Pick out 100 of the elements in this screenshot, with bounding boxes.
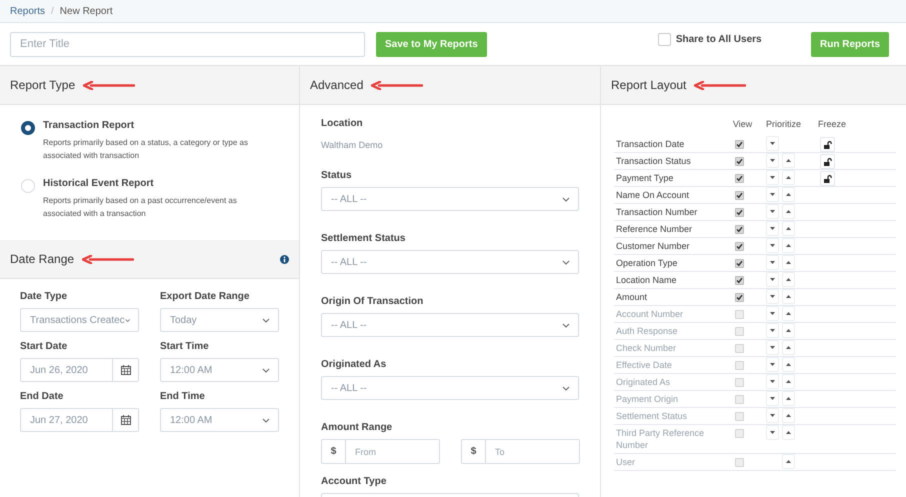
field-name: Customer Number — [615, 240, 691, 253]
move-down-button[interactable] — [766, 408, 779, 423]
view-checkbox[interactable] — [735, 208, 744, 217]
move-up-button[interactable] — [782, 323, 795, 338]
move-down-button[interactable] — [766, 391, 779, 406]
caret-up-icon — [786, 380, 791, 383]
move-up-button[interactable] — [782, 272, 795, 287]
run-button[interactable]: Run Reports — [811, 32, 889, 56]
move-down-button[interactable] — [766, 204, 779, 219]
move-up-button[interactable] — [782, 204, 795, 219]
caret-up-icon — [786, 227, 791, 230]
move-down-button[interactable] — [766, 255, 779, 270]
view-checkbox[interactable] — [735, 242, 744, 251]
caret-up-icon — [786, 431, 791, 434]
caret-down-icon — [770, 244, 775, 247]
move-up-button[interactable] — [782, 221, 795, 236]
view-checkbox[interactable] — [735, 157, 744, 166]
select-field[interactable]: 12:00 AM — [160, 358, 279, 382]
move-up-button[interactable] — [782, 187, 795, 202]
field-label: Account Type — [321, 476, 388, 487]
caret-down-icon — [770, 295, 775, 298]
select-field[interactable]: -- ALL -- — [321, 187, 579, 211]
caret-down-icon — [770, 210, 775, 213]
caret-down-icon — [770, 414, 775, 417]
move-up-button[interactable] — [782, 357, 795, 372]
move-down-button[interactable] — [766, 340, 779, 355]
field-name: User — [615, 456, 636, 469]
field-label: Date Type — [20, 291, 68, 302]
amount-input[interactable]: To — [486, 440, 579, 463]
move-down-button[interactable] — [766, 221, 779, 236]
chevron-down-icon — [262, 318, 270, 322]
move-down-button[interactable] — [766, 238, 779, 253]
view-checkbox[interactable] — [735, 293, 744, 302]
view-checkbox[interactable] — [735, 191, 744, 200]
date-field[interactable]: Jun 26, 2020 — [20, 358, 139, 382]
field-label: Start Time — [160, 341, 210, 352]
freeze-button[interactable] — [820, 154, 835, 169]
select-field[interactable]: 12:00 AM — [160, 408, 279, 432]
caret-up-icon — [786, 312, 791, 315]
section-title: Report Type — [10, 78, 76, 92]
select-field[interactable]: -- ALL -- — [321, 376, 579, 400]
move-down-button[interactable] — [766, 170, 779, 185]
radio-button[interactable] — [21, 121, 35, 135]
select-field[interactable]: Transactions Createc — [20, 308, 139, 332]
caret-down-icon — [770, 346, 775, 349]
unlock-icon — [824, 158, 832, 166]
amount-input[interactable]: From — [346, 440, 439, 463]
select-field[interactable]: -- ALL -- — [321, 313, 579, 337]
move-down-button[interactable] — [766, 323, 779, 338]
field-label: Amount Range — [321, 422, 394, 433]
breadcrumb-link[interactable]: Reports — [10, 6, 46, 16]
view-checkbox[interactable] — [735, 140, 744, 149]
move-up-button[interactable] — [782, 408, 795, 423]
date-field[interactable]: Jun 27, 2020 — [20, 408, 139, 432]
move-down-button[interactable] — [766, 153, 779, 168]
amount-field[interactable]: $ To — [461, 439, 580, 464]
field-name: Reference Number — [615, 223, 694, 236]
chevron-down-icon — [262, 368, 270, 372]
freeze-button[interactable] — [820, 171, 835, 186]
move-up-button[interactable] — [782, 289, 795, 304]
move-down-button[interactable] — [766, 306, 779, 321]
move-up-button[interactable] — [782, 238, 795, 253]
check-icon — [736, 260, 743, 267]
move-down-button[interactable] — [766, 136, 779, 151]
move-down-button[interactable] — [766, 425, 779, 440]
view-checkbox[interactable] — [735, 259, 744, 268]
check-icon — [736, 158, 743, 165]
share-checkbox[interactable] — [658, 32, 671, 46]
select-field[interactable]: Today — [160, 308, 279, 332]
title-input[interactable]: Enter Title — [10, 32, 365, 56]
view-checkbox[interactable] — [735, 276, 744, 285]
option-description: Reports primarily based on a past occurrence/event as associated with a transaction — [43, 195, 238, 220]
move-up-button[interactable] — [782, 425, 795, 440]
move-up-button[interactable] — [782, 454, 795, 469]
move-down-button[interactable] — [766, 357, 779, 372]
move-down-button[interactable] — [766, 187, 779, 202]
field-name: Auth Response — [615, 325, 679, 338]
select-field[interactable]: -- ALL -- — [321, 250, 579, 274]
move-down-button[interactable] — [766, 289, 779, 304]
amount-field[interactable]: $ From — [321, 439, 440, 464]
move-up-button[interactable] — [782, 391, 795, 406]
field-name: Originated As — [615, 376, 672, 389]
caret-up-icon — [786, 414, 791, 417]
save-button[interactable]: Save to My Reports — [376, 32, 487, 56]
view-checkbox[interactable] — [735, 174, 744, 183]
field-label: End Date — [20, 391, 64, 402]
field-name: Operation Type — [615, 257, 678, 270]
move-up-button[interactable] — [782, 340, 795, 355]
freeze-button[interactable] — [820, 137, 835, 152]
move-up-button[interactable] — [782, 153, 795, 168]
field-name: Third Party Reference Number — [615, 427, 706, 452]
check-icon — [736, 209, 743, 216]
move-up-button[interactable] — [782, 306, 795, 321]
move-up-button[interactable] — [782, 374, 795, 389]
move-up-button[interactable] — [782, 255, 795, 270]
move-down-button[interactable] — [766, 272, 779, 287]
view-checkbox[interactable] — [735, 225, 744, 234]
move-down-button[interactable] — [766, 374, 779, 389]
move-up-button[interactable] — [782, 170, 795, 185]
info-icon — [280, 254, 289, 264]
